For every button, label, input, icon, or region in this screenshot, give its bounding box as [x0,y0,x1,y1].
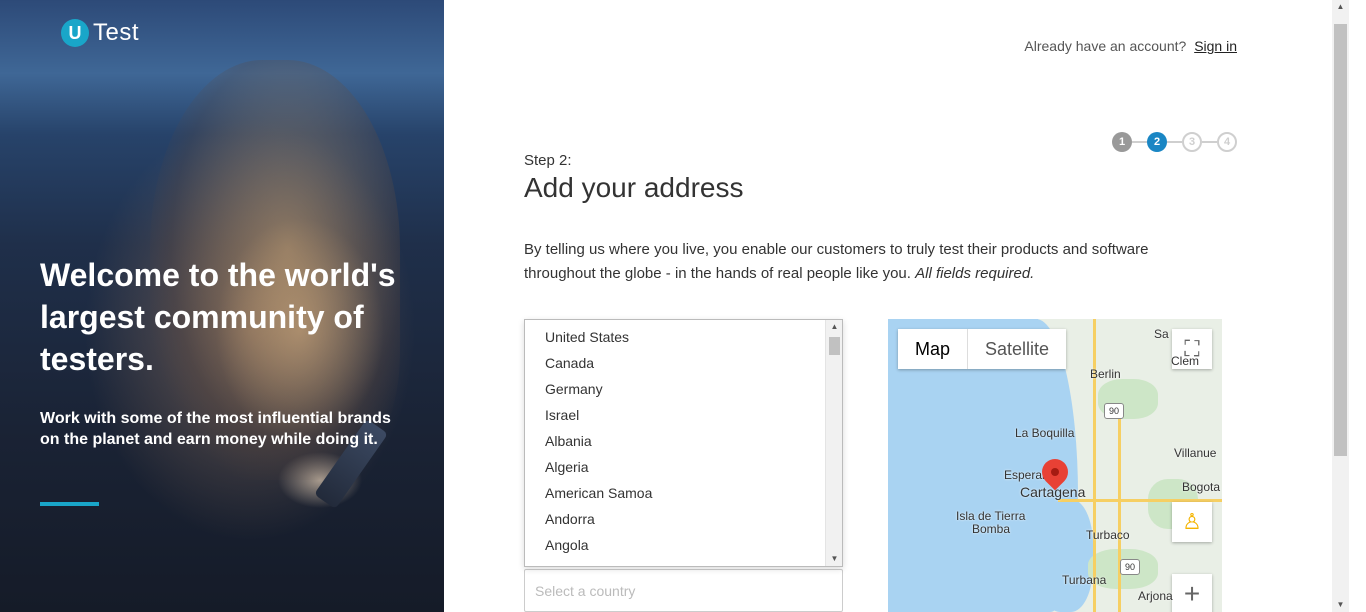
step-4: 4 [1217,132,1237,152]
map-tab[interactable]: Map [898,329,969,369]
country-option[interactable]: Canada [525,350,842,376]
satellite-tab[interactable]: Satellite [968,329,1067,369]
utest-logo[interactable]: U Test [61,19,139,47]
hero-heading: Welcome to the world's largest community… [40,257,396,377]
map-label: Arjona [1138,589,1173,603]
map-label: La Boquilla [1015,426,1075,440]
map-road [1118,419,1121,612]
country-option[interactable]: Algeria [525,454,842,480]
page-title: Add your address [524,172,744,203]
scroll-up-arrow-icon[interactable]: ▲ [826,320,842,334]
accent-bar [40,502,99,506]
map-label: Esperar [1004,468,1047,482]
dropdown-scrollbar[interactable]: ▲ ▼ [825,320,842,566]
map-label: Berlin [1090,367,1121,381]
description-text: By telling us where you live, you enable… [524,241,1149,282]
step-label: Step 2: [524,152,572,169]
required-note: All fields required. [915,265,1035,282]
logo-badge: U [61,19,89,47]
step-2: 2 [1147,132,1167,152]
route-shield: 90 [1104,403,1124,419]
map-label: Bomba [972,522,1011,536]
step-connector [1202,141,1217,143]
step-connector [1167,141,1182,143]
page-scroll-up-icon[interactable]: ▲ [1332,0,1349,14]
logo-text: Test [93,19,140,46]
page-scroll-down-icon[interactable]: ▼ [1332,598,1349,612]
map-label: Turbana [1062,573,1107,587]
signin-link[interactable]: Sign in [1194,38,1237,54]
map-label: Turbaco [1086,528,1130,542]
map-label: Sa [1154,327,1169,341]
hero-panel: U Test Welcome to the world's largest co… [0,0,444,612]
country-option[interactable]: Germany [525,376,842,402]
account-prompt-text: Already have an account? [1024,38,1187,54]
zoom-in-icon[interactable]: + [1172,574,1212,612]
country-options: United States Canada Germany Israel Albania A… [525,320,842,566]
map-label: Isla de Tierra [956,509,1026,523]
map-label: Clem [1171,354,1200,368]
scroll-down-arrow-icon[interactable]: ▼ [826,552,842,566]
step-1: 1 [1112,132,1132,152]
page-scrollbar[interactable]: ▲ ▼ [1332,0,1349,612]
country-option[interactable]: Angola [525,532,842,558]
country-input[interactable] [524,569,843,612]
signup-page: U Test Welcome to the world's largest co… [0,0,1366,612]
description: By telling us where you live, you enable… [524,238,1224,286]
step-indicator: 1 2 3 4 [1112,132,1237,152]
country-option[interactable]: Anguilla [525,558,842,566]
page-scroll-thumb[interactable] [1334,24,1347,456]
step-connector [1132,141,1147,143]
country-option[interactable]: United States [525,324,842,350]
route-shield: 90 [1120,559,1140,575]
signin-prompt: Already have an account? Sign in [1024,38,1237,54]
hero-subtext: Work with some of the most influential b… [40,410,391,448]
map-road [1093,319,1096,612]
location-map[interactable]: Map Satellite ⛶ ♙ + Sa Clem Berlin 90 La… [888,319,1222,612]
dropdown-scroll-thumb[interactable] [829,337,840,355]
map-label: Villanue [1174,446,1217,460]
map-type-tabs: Map Satellite [898,329,1067,369]
step-3: 3 [1182,132,1202,152]
country-option[interactable]: American Samoa [525,480,842,506]
country-option[interactable]: Albania [525,428,842,454]
country-option[interactable]: Andorra [525,506,842,532]
map-label: Bogota [1182,480,1221,494]
country-dropdown-list[interactable]: United States Canada Germany Israel Albania A… [524,319,843,567]
street-view-pegman-icon[interactable]: ♙ [1172,502,1212,542]
country-option[interactable]: Israel [525,402,842,428]
map-bay [1038,499,1093,612]
